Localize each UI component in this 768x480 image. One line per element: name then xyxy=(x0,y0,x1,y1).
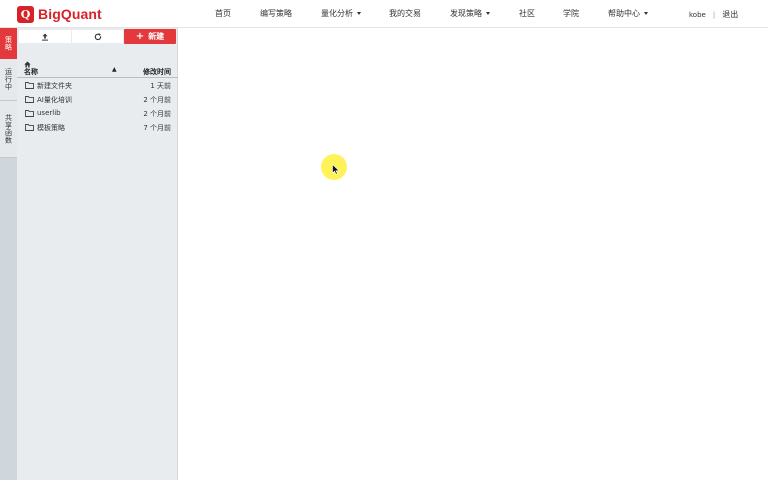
nav-help-center[interactable]: 帮助中心 xyxy=(608,8,648,19)
new-button-label: 新建 xyxy=(148,32,165,41)
tab-running[interactable]: 运行中 xyxy=(0,59,17,101)
nav-home[interactable]: 首页 xyxy=(215,8,231,19)
nav-discover-strategy[interactable]: 发现策略 xyxy=(450,8,490,19)
column-header-modified[interactable]: 修改时间 xyxy=(143,67,171,77)
file-panel: + 新建 名称 ▲ 修改时间 新建文件夹 1 天前 AI量化培训 2 个月前 u… xyxy=(17,28,178,480)
file-modified: 7 个月前 xyxy=(143,124,171,132)
file-toolbar: + 新建 xyxy=(17,28,178,45)
tab-strategy[interactable]: 策略 xyxy=(0,28,17,59)
folder-icon xyxy=(25,96,34,103)
file-modified: 2 个月前 xyxy=(143,96,171,104)
refresh-icon xyxy=(94,32,101,40)
sort-asc-icon[interactable]: ▲ xyxy=(112,66,117,73)
logo[interactable]: Q BigQuant xyxy=(17,5,102,23)
new-button[interactable]: + 新建 xyxy=(124,29,176,44)
logo-text: BigQuant xyxy=(38,6,102,22)
file-row[interactable]: 模板策略 7 个月前 xyxy=(17,121,178,134)
top-navbar: Q BigQuant 首页 编写策略 量化分析 我的交易 发现策略 社区 学院 … xyxy=(0,0,768,28)
plus-icon: + xyxy=(135,30,145,42)
file-modified: 1 天前 xyxy=(150,82,171,90)
caret-down-icon xyxy=(486,12,490,15)
logo-mark-icon: Q xyxy=(17,5,34,23)
file-name: 新建文件夹 xyxy=(37,82,72,90)
file-name: userlib xyxy=(37,109,61,117)
file-modified: 2 个月前 xyxy=(143,110,171,118)
mouse-cursor-icon xyxy=(332,164,340,175)
nav-quant-analysis-label: 量化分析 xyxy=(321,9,353,18)
main-content-area[interactable] xyxy=(178,28,768,480)
file-row[interactable]: 新建文件夹 1 天前 xyxy=(17,79,178,92)
nav-help-center-label: 帮助中心 xyxy=(608,9,640,18)
caret-down-icon xyxy=(357,12,361,15)
tab-shared-functions-label: 共享函数 xyxy=(4,114,13,144)
nav-home-label: 首页 xyxy=(215,9,231,18)
tab-shared-functions[interactable]: 共享函数 xyxy=(0,101,17,158)
nav-write-strategy-label: 编写策略 xyxy=(260,9,292,18)
file-row[interactable]: userlib 2 个月前 xyxy=(17,107,178,120)
nav-my-trading-label: 我的交易 xyxy=(389,9,421,18)
nav-community[interactable]: 社区 xyxy=(519,8,535,19)
nav-academy[interactable]: 学院 xyxy=(563,8,579,19)
vertical-tab-strip: 策略 运行中 共享函数 xyxy=(0,28,17,480)
file-name: 模板策略 xyxy=(37,124,65,132)
tab-strategy-label: 策略 xyxy=(4,36,13,51)
username-link[interactable]: kobe xyxy=(689,11,706,19)
refresh-button[interactable] xyxy=(72,30,123,43)
nav-my-trading[interactable]: 我的交易 xyxy=(389,8,421,19)
file-name: AI量化培训 xyxy=(37,96,72,104)
logout-link[interactable]: 退出 xyxy=(722,9,738,20)
folder-icon xyxy=(25,110,34,117)
upload-icon xyxy=(42,33,48,41)
folder-icon xyxy=(25,82,34,89)
caret-down-icon xyxy=(644,12,648,15)
upload-button[interactable] xyxy=(19,30,71,43)
user-area: kobe | 退出 xyxy=(689,9,738,20)
folder-icon xyxy=(25,124,34,131)
nav-quant-analysis[interactable]: 量化分析 xyxy=(321,8,361,19)
tab-running-label: 运行中 xyxy=(4,68,13,91)
nav-academy-label: 学院 xyxy=(563,9,579,18)
file-list-header: 名称 ▲ 修改时间 xyxy=(17,66,178,78)
user-separator: | xyxy=(712,10,716,19)
nav-discover-strategy-label: 发现策略 xyxy=(450,9,482,18)
column-header-name[interactable]: 名称 xyxy=(24,67,38,77)
nav-write-strategy[interactable]: 编写策略 xyxy=(260,8,292,19)
file-row[interactable]: AI量化培训 2 个月前 xyxy=(17,93,178,106)
nav-community-label: 社区 xyxy=(519,9,535,18)
